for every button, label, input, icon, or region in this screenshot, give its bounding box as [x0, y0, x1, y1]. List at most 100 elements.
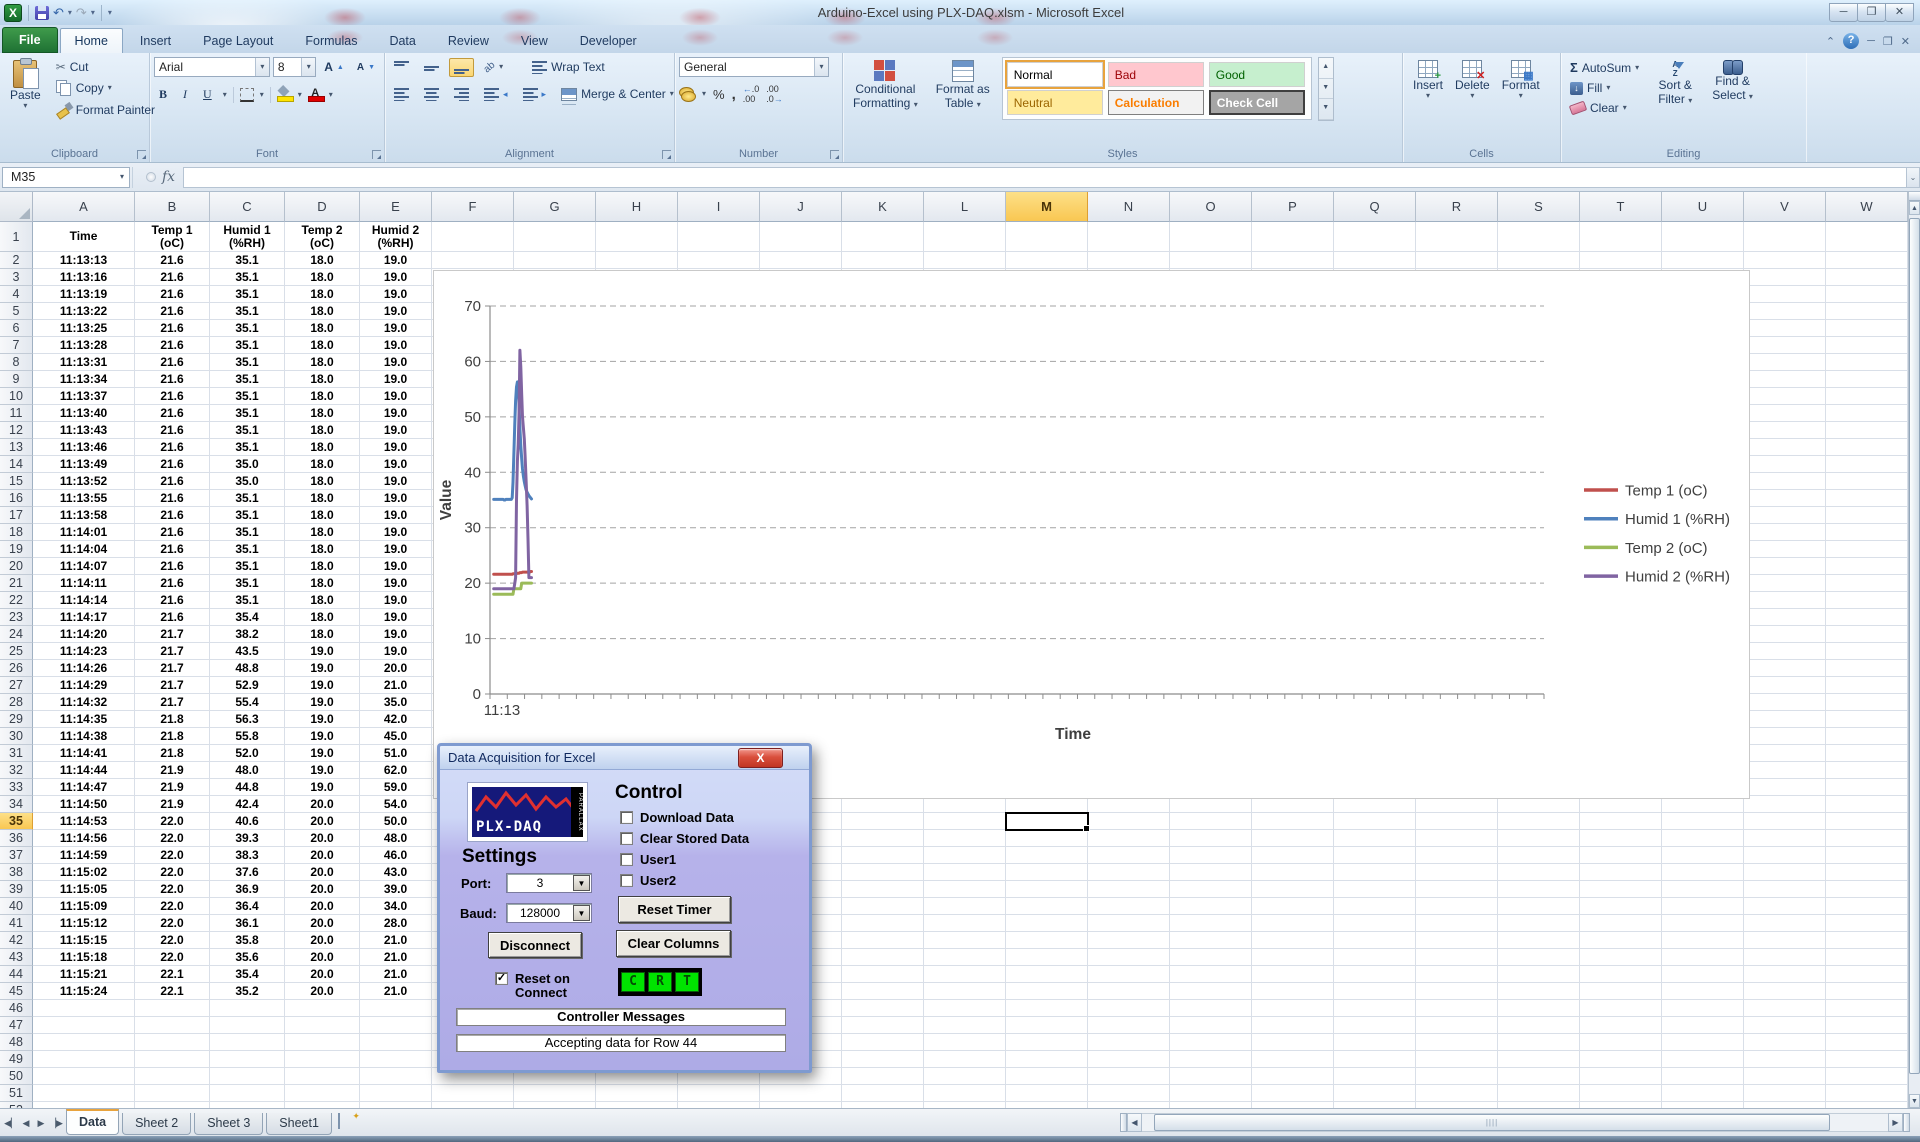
cell[interactable] — [1826, 592, 1908, 609]
cell[interactable] — [1744, 507, 1826, 524]
cell[interactable] — [760, 252, 842, 269]
disconnect-button[interactable]: Disconnect — [488, 932, 582, 958]
cell[interactable]: 21.6 — [135, 439, 210, 456]
cell[interactable] — [1744, 269, 1826, 286]
cell[interactable]: 35.8 — [210, 932, 285, 949]
column-header[interactable]: U — [1662, 192, 1744, 222]
cell[interactable] — [1170, 983, 1252, 1000]
row-header[interactable]: 51 — [0, 1085, 33, 1102]
cell[interactable]: 38.3 — [210, 847, 285, 864]
cell[interactable]: 39.0 — [360, 881, 432, 898]
ribbon-tab-developer[interactable]: Developer — [565, 28, 652, 53]
cell[interactable] — [1744, 796, 1826, 813]
cell[interactable] — [1170, 252, 1252, 269]
cell[interactable] — [1498, 966, 1580, 983]
row-header[interactable]: 37 — [0, 847, 33, 864]
row-header[interactable]: 11 — [0, 405, 33, 422]
cell[interactable]: 35.1 — [210, 439, 285, 456]
number-format-select[interactable]: General▾ — [679, 57, 829, 77]
cell[interactable]: 11:13:58 — [33, 507, 135, 524]
cell[interactable] — [1088, 1017, 1170, 1034]
ribbon-tab-file[interactable]: File — [2, 27, 58, 53]
cell[interactable] — [1170, 1034, 1252, 1051]
cell[interactable] — [1088, 915, 1170, 932]
cell[interactable]: 11:14:41 — [33, 745, 135, 762]
cell[interactable] — [924, 830, 1006, 847]
cell[interactable] — [1252, 1051, 1334, 1068]
column-header[interactable]: D — [285, 192, 360, 222]
cell[interactable] — [1416, 847, 1498, 864]
cell[interactable] — [842, 847, 924, 864]
cell[interactable]: 35.1 — [210, 388, 285, 405]
cell[interactable] — [1006, 966, 1088, 983]
cell[interactable]: 19.0 — [360, 405, 432, 422]
cell[interactable] — [1580, 1017, 1662, 1034]
ribbon-tab-view[interactable]: View — [506, 28, 563, 53]
cell[interactable]: 35.1 — [210, 558, 285, 575]
row-header[interactable]: 13 — [0, 439, 33, 456]
delete-cells-button[interactable]: ✕ Delete▾ — [1449, 57, 1496, 103]
cell[interactable] — [1580, 1051, 1662, 1068]
cell[interactable] — [1334, 1068, 1416, 1085]
cell[interactable] — [924, 1017, 1006, 1034]
cell[interactable] — [1826, 1085, 1908, 1102]
cell[interactable] — [1744, 762, 1826, 779]
cell[interactable] — [1252, 847, 1334, 864]
cell[interactable] — [1744, 711, 1826, 728]
row-header[interactable]: 22 — [0, 592, 33, 609]
cell[interactable]: 48.0 — [210, 762, 285, 779]
cell[interactable] — [1088, 252, 1170, 269]
row-header[interactable]: 42 — [0, 932, 33, 949]
row-header[interactable]: 17 — [0, 507, 33, 524]
cell[interactable]: 11:13:52 — [33, 473, 135, 490]
cell[interactable] — [1826, 745, 1908, 762]
font-size-select[interactable]: 8▾ — [273, 57, 316, 77]
series-temp-1-oc-[interactable] — [494, 572, 532, 575]
cell[interactable] — [1744, 677, 1826, 694]
column-header[interactable]: C — [210, 192, 285, 222]
next-sheet-icon[interactable]: ▶ — [34, 1115, 48, 1131]
cell[interactable]: 21.6 — [135, 575, 210, 592]
cell[interactable] — [842, 1000, 924, 1017]
cell[interactable]: 21.6 — [135, 405, 210, 422]
italic-button[interactable]: I — [178, 84, 192, 105]
row-header[interactable]: 10 — [0, 388, 33, 405]
cell[interactable] — [1416, 949, 1498, 966]
row-header[interactable]: 8 — [0, 354, 33, 371]
cell[interactable]: 21.8 — [135, 745, 210, 762]
plx-daq-dialog[interactable]: Data Acquisition for Excel X PLX-DAQ PAR… — [437, 743, 812, 1073]
cell[interactable] — [1006, 881, 1088, 898]
cell[interactable] — [924, 949, 1006, 966]
cell[interactable]: 18.0 — [285, 439, 360, 456]
cell[interactable] — [1580, 881, 1662, 898]
cell[interactable]: 11:14:23 — [33, 643, 135, 660]
fill-button[interactable]: ↓Fill▾ — [1565, 78, 1644, 98]
cell[interactable]: 21.6 — [135, 558, 210, 575]
cell[interactable]: 21.6 — [135, 524, 210, 541]
cell[interactable] — [135, 1068, 210, 1085]
cell[interactable]: 21.6 — [135, 320, 210, 337]
cell[interactable]: 22.0 — [135, 932, 210, 949]
cell[interactable] — [1826, 286, 1908, 303]
cell[interactable]: 21.6 — [135, 490, 210, 507]
cell[interactable]: 19.0 — [360, 609, 432, 626]
cell[interactable] — [1498, 949, 1580, 966]
cell[interactable]: 48.8 — [210, 660, 285, 677]
increase-indent-button[interactable]: ▸ — [518, 85, 552, 104]
checkbox-clear-stored-data[interactable]: Clear Stored Data — [620, 831, 749, 846]
cell[interactable] — [1006, 915, 1088, 932]
cell[interactable]: 18.0 — [285, 541, 360, 558]
cell[interactable]: 11:13:16 — [33, 269, 135, 286]
cell[interactable] — [1334, 932, 1416, 949]
cell[interactable] — [1662, 966, 1744, 983]
cell[interactable]: 22.0 — [135, 898, 210, 915]
cell[interactable]: 19.0 — [360, 303, 432, 320]
cell[interactable] — [1580, 864, 1662, 881]
cell[interactable]: 21.7 — [135, 643, 210, 660]
horizontal-scroll-thumb[interactable] — [1154, 1114, 1830, 1131]
cell[interactable] — [1416, 881, 1498, 898]
autosum-button[interactable]: ΣAutoSum▾ — [1565, 57, 1644, 78]
cell[interactable] — [1580, 932, 1662, 949]
cell[interactable] — [924, 983, 1006, 1000]
cell[interactable]: 21.9 — [135, 779, 210, 796]
